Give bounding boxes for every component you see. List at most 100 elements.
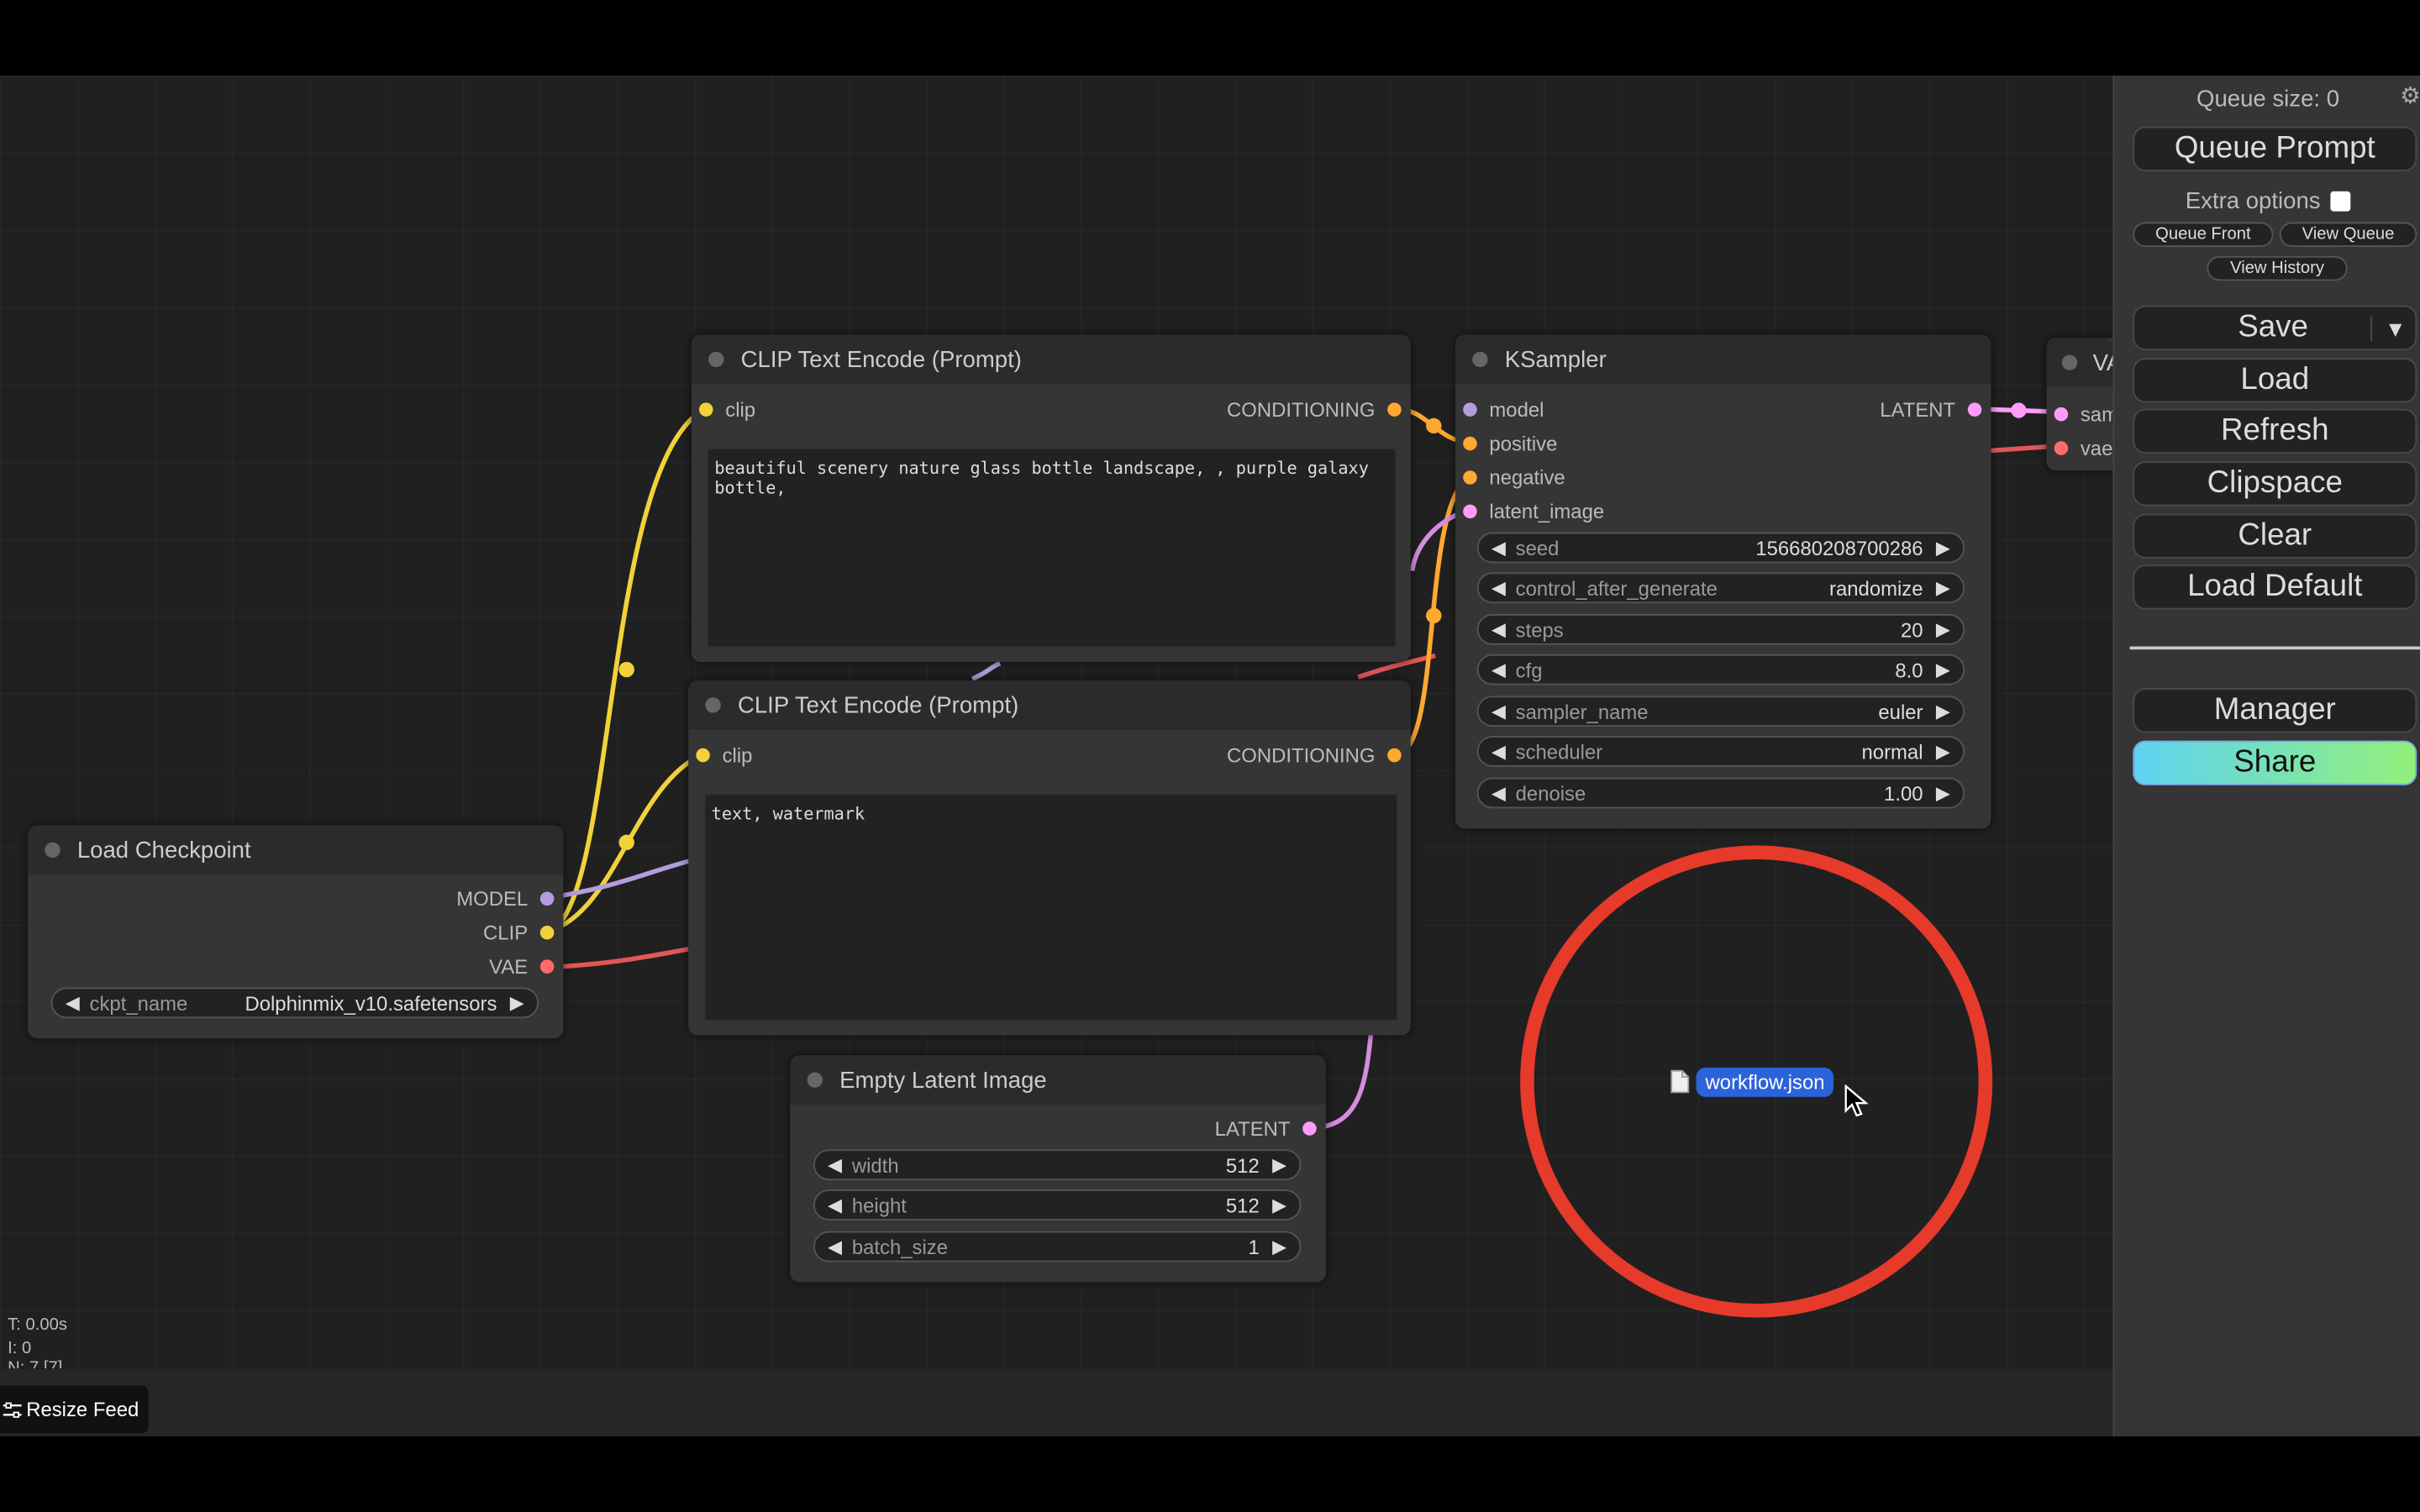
resize-feed-button[interactable]: Resize Feed [0,1385,149,1434]
node-title[interactable]: CLIP Text Encode (Prompt) [691,334,1411,385]
clip-text-encode-negative-node[interactable]: CLIP Text Encode (Prompt) clip CONDITION… [688,680,1411,1036]
manager-button[interactable]: Manager [2133,688,2417,733]
decrement-arrow-icon[interactable]: ◀ [1488,577,1510,599]
extra-options-checkbox[interactable] [2329,191,2350,212]
widget-control-after-generate[interactable]: ◀ control_after_generate randomize ▶ [1476,572,1965,604]
output-slot-clip[interactable]: CLIP [483,920,555,944]
clear-button[interactable]: Clear [2133,513,2417,559]
collapse-dot-icon[interactable] [807,1072,823,1088]
increment-arrow-icon[interactable]: ▶ [1933,619,1954,641]
collapse-dot-icon[interactable] [1472,351,1488,368]
node-title[interactable]: CLIP Text Encode (Prompt) [688,680,1411,730]
input-slot-clip[interactable]: clip [696,742,752,766]
node-title-text: VA [2092,349,2113,376]
widget-sampler-name[interactable]: ◀ sampler_name euler ▶ [1476,696,1965,727]
node-title[interactable]: Load Checkpoint [28,825,564,875]
node-title[interactable]: VA [2046,338,2113,388]
increment-arrow-icon[interactable]: ▶ [1933,782,1954,804]
bottom-bar [0,1368,2113,1436]
increment-arrow-icon[interactable]: ▶ [1269,1194,1291,1216]
input-slot-positive[interactable]: positive [1463,430,1557,454]
refresh-button[interactable]: Refresh [2133,408,2417,454]
widget-seed[interactable]: ◀ seed 156680208700286 ▶ [1476,532,1965,564]
decrement-arrow-icon[interactable]: ◀ [1488,741,1510,763]
output-slot-vae[interactable]: VAE [489,953,555,978]
decrement-arrow-icon[interactable]: ◀ [1488,782,1510,804]
decrement-arrow-icon[interactable]: ◀ [1488,619,1510,641]
sliders-icon [3,1401,22,1418]
stat-iterations: I: 0 [8,1339,32,1358]
increment-arrow-icon[interactable]: ▶ [1933,659,1954,680]
collapse-dot-icon[interactable] [708,351,724,368]
empty-latent-image-node[interactable]: Empty Latent Image LATENT ◀ width 512 ▶ ◀ he… [790,1055,1326,1283]
save-button[interactable]: Save ▼ [2133,305,2417,350]
node-title-text: CLIP Text Encode (Prompt) [740,346,1022,373]
widget-steps[interactable]: ◀ steps 20 ▶ [1476,614,1965,645]
input-slot-model[interactable]: model [1463,396,1544,421]
input-slot-samples[interactable]: sam [2054,402,2112,426]
comfyui-app: CLIP Text Encode (Prompt) clip CONDITION… [0,0,2420,1512]
decrement-arrow-icon[interactable]: ◀ [61,992,83,1014]
save-dropdown-icon[interactable]: ▼ [2370,315,2406,340]
increment-arrow-icon[interactable]: ▶ [1933,701,1954,722]
decrement-arrow-icon[interactable]: ◀ [1488,659,1510,680]
input-slot-clip[interactable]: clip [699,396,755,421]
node-title-text: KSampler [1504,346,1607,373]
node-title[interactable]: KSampler [1455,334,1991,385]
output-slot-conditioning[interactable]: CONDITIONING [1227,742,1402,766]
node-title-text: Load Checkpoint [76,837,251,864]
increment-arrow-icon[interactable]: ▶ [1933,537,1954,559]
output-slot-latent[interactable]: LATENT [1215,1116,1317,1140]
widget-height[interactable]: ◀ height 512 ▶ [813,1189,1302,1221]
queue-front-button[interactable]: Queue Front [2133,222,2274,247]
decrement-arrow-icon[interactable]: ◀ [1488,537,1510,559]
increment-arrow-icon[interactable]: ▶ [1269,1236,1291,1257]
node-title-text: Empty Latent Image [839,1067,1047,1094]
stat-time: T: 0.00s [8,1315,67,1335]
node-title[interactable]: Empty Latent Image [790,1055,1326,1105]
extra-options-row: Extra options [2186,188,2350,214]
prompt-textarea[interactable]: beautiful scenery nature glass bottle la… [707,447,1397,648]
widget-denoise[interactable]: ◀ denoise 1.00 ▶ [1476,777,1965,809]
increment-arrow-icon[interactable]: ▶ [1933,741,1954,763]
increment-arrow-icon[interactable]: ▶ [506,992,528,1014]
output-slot-conditioning[interactable]: CONDITIONING [1227,396,1402,421]
widget-batch-size[interactable]: ◀ batch_size 1 ▶ [813,1231,1302,1263]
load-button[interactable]: Load [2133,358,2417,403]
view-history-button[interactable]: View History [2207,255,2348,281]
output-slot-model[interactable]: MODEL [456,885,555,910]
vae-decode-node[interactable]: VA sam vae [2046,338,2113,471]
queue-prompt-button[interactable]: Queue Prompt [2133,126,2417,171]
decrement-arrow-icon[interactable]: ◀ [824,1194,846,1216]
clip-text-encode-positive-node[interactable]: CLIP Text Encode (Prompt) clip CONDITION… [691,334,1411,662]
widget-cfg[interactable]: ◀ cfg 8.0 ▶ [1476,654,1965,685]
input-slot-negative[interactable]: negative [1463,465,1565,489]
share-button[interactable]: Share [2133,740,2417,785]
dragged-file-chip[interactable]: workflow.json [1696,1067,1834,1097]
increment-arrow-icon[interactable]: ▶ [1269,1154,1291,1176]
widget-scheduler[interactable]: ◀ scheduler normal ▶ [1476,736,1965,767]
clipspace-button[interactable]: Clipspace [2133,461,2417,507]
widget-width[interactable]: ◀ width 512 ▶ [813,1149,1302,1181]
input-slot-vae[interactable]: vae [2054,435,2112,459]
prompt-textarea[interactable]: text, watermark [703,793,1399,1021]
decrement-arrow-icon[interactable]: ◀ [824,1236,846,1257]
ksampler-node[interactable]: KSampler model positive negative latent_… [1455,334,1991,829]
view-queue-button[interactable]: View Queue [2279,222,2417,247]
load-checkpoint-node[interactable]: Load Checkpoint MODEL CLIP VAE ◀ ckpt_nam… [28,825,564,1039]
decrement-arrow-icon[interactable]: ◀ [824,1154,846,1176]
node-title-text: CLIP Text Encode (Prompt) [737,691,1019,718]
collapse-dot-icon[interactable] [2061,354,2078,370]
collapse-dot-icon[interactable] [45,842,60,858]
input-slot-latent-image[interactable]: latent_image [1463,498,1604,522]
panel-divider [2129,646,2420,650]
widget-ckpt-name[interactable]: ◀ ckpt_name Dolphinmix_v10.safetensors ▶ [50,987,539,1019]
increment-arrow-icon[interactable]: ▶ [1933,577,1954,599]
gear-icon[interactable]: ⚙ [2400,81,2420,109]
collapse-dot-icon[interactable] [705,697,721,713]
output-slot-latent[interactable]: LATENT [1880,396,1982,421]
decrement-arrow-icon[interactable]: ◀ [1488,701,1510,722]
file-icon [1670,1069,1690,1094]
load-default-button[interactable]: Load Default [2133,564,2417,610]
queue-size-label: Queue size: 0 [2196,86,2340,113]
